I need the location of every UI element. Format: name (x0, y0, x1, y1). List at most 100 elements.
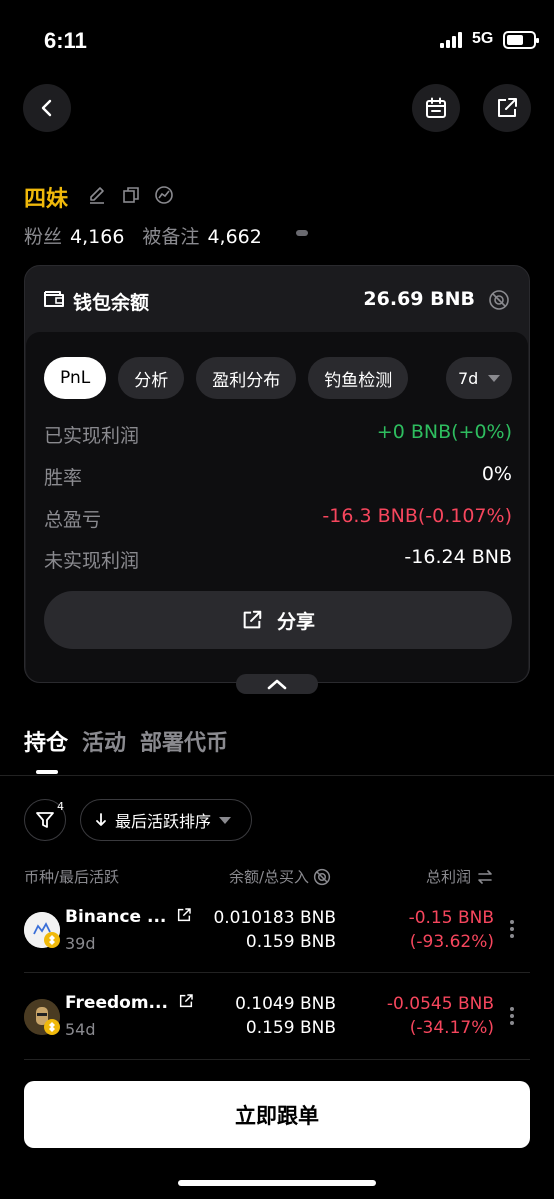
chip-analysis[interactable]: 分析 (118, 357, 185, 399)
token-balance: 0.1049 BNB (235, 994, 336, 1014)
external-link-icon (498, 98, 517, 117)
followers-label: 粉丝 (24, 226, 63, 248)
caret-down-icon (488, 374, 501, 382)
status-time: 6:11 (44, 28, 87, 53)
token-logo-icon (24, 912, 60, 948)
signal-icon (440, 32, 466, 48)
stat-value: -16.3 BNB(-0.107%) (322, 505, 512, 527)
chart-circle-icon[interactable] (154, 185, 174, 205)
battery-icon (503, 31, 539, 49)
tab-indicator (36, 770, 58, 774)
tab-holdings[interactable]: 持仓 (24, 725, 68, 757)
token-name-text: Freedom... (65, 993, 168, 1013)
copy-trade-button[interactable]: 立即跟单 (24, 1081, 530, 1148)
token-pnl: -0.0545 BNB (386, 994, 494, 1014)
swap-icon (478, 869, 492, 884)
tab-deployed-tokens[interactable]: 部署代币 (140, 725, 228, 757)
stat-row: 总盈亏 -16.3 BNB(-0.107%) (44, 505, 512, 532)
share-top-button[interactable] (483, 84, 531, 132)
token-pnl-percent: (-93.62%) (409, 932, 494, 952)
noted-value: 4,662 (207, 226, 262, 248)
section-tabs: 持仓 活动 部署代币 (24, 725, 228, 757)
collapse-button[interactable] (236, 674, 318, 694)
pnl-panel: PnL 分析 盈利分布 钓鱼检测 7d 已实现利润 +0 BNB(+0%) 胜率… (26, 332, 528, 682)
stat-value: +0 BNB(+0%) (376, 421, 512, 443)
hide-balance-icon[interactable] (313, 868, 331, 886)
profile-stats: 粉丝 4,166 被备注 4,662 (24, 222, 262, 249)
profile-name: 四妹 (24, 187, 69, 212)
stat-value: 0% (481, 463, 512, 485)
token-last-active: 54d (65, 1020, 96, 1039)
calendar-button[interactable] (412, 84, 460, 132)
stat-label: 总盈亏 (44, 509, 102, 531)
filter-count-badge: 4 (57, 800, 64, 813)
wallet-title: 钱包余额 (73, 292, 150, 314)
arrow-down-icon (96, 813, 106, 826)
wallet-icon (44, 291, 64, 307)
share-label: 分享 (276, 610, 315, 633)
stat-row: 未实现利润 -16.24 BNB (44, 546, 512, 573)
external-link-icon[interactable] (178, 993, 194, 1009)
followers-value: 4,166 (70, 226, 125, 248)
token-bought: 0.159 BNB (245, 1018, 336, 1038)
token-last-active: 39d (65, 934, 96, 953)
stat-label: 已实现利润 (44, 425, 140, 447)
chip-pnl[interactable]: PnL (44, 357, 107, 399)
column-header-balance: 余额/总买入 (229, 866, 331, 887)
token-pnl: -0.15 BNB (408, 908, 494, 928)
token-name: Binance ... (65, 907, 192, 927)
chevron-up-icon (267, 679, 287, 690)
stat-label: 未实现利润 (44, 550, 140, 572)
column-header-balance-label: 余额/总买入 (229, 868, 310, 886)
token-name-text: Binance ... (65, 907, 167, 927)
share-button[interactable]: 分享 (44, 591, 512, 649)
chevron-left-icon (41, 99, 52, 117)
table-row[interactable]: Freedom... 54d 0.1049 BNB 0.159 BNB -0.0… (0, 986, 554, 1058)
column-header-pnl[interactable]: 总利润 (426, 866, 493, 887)
period-value: 7d (458, 368, 479, 388)
edit-icon[interactable] (87, 185, 107, 205)
divider (24, 1059, 530, 1060)
stat-row: 已实现利润 +0 BNB(+0%) (44, 421, 512, 448)
caret-down-icon (219, 816, 232, 824)
external-link-icon (243, 610, 262, 629)
wallet-header: 钱包余额 26.69 BNB (25, 266, 529, 332)
divider (24, 972, 530, 973)
divider (0, 775, 554, 776)
copy-icon[interactable] (121, 185, 141, 205)
table-row[interactable]: Binance ... 39d 0.010183 BNB 0.159 BNB -… (0, 900, 554, 972)
more-options-icon[interactable] (508, 1004, 516, 1028)
token-name: Freedom... (65, 993, 194, 1013)
token-bought: 0.159 BNB (245, 932, 336, 952)
stat-value: -16.24 BNB (404, 546, 512, 568)
noted-label: 被备注 (142, 226, 200, 248)
column-header-token: 币种/最后活跃 (24, 868, 120, 886)
hide-balance-icon[interactable] (488, 289, 510, 311)
back-button[interactable] (23, 84, 71, 132)
analysis-chips: PnL 分析 盈利分布 钓鱼检测 (44, 357, 409, 399)
chip-phishing-check[interactable]: 钓鱼检测 (308, 357, 409, 399)
token-balance: 0.010183 BNB (213, 908, 336, 928)
token-avatar (24, 912, 60, 948)
home-indicator (178, 1180, 376, 1186)
column-header-pnl-label: 总利润 (426, 868, 472, 886)
status-bar: 6:11 5G (0, 0, 554, 80)
external-link-icon[interactable] (176, 907, 192, 923)
sort-label: 最后活跃排序 (115, 812, 212, 831)
more-indicator (296, 230, 308, 236)
filter-icon (36, 812, 54, 828)
calendar-icon (426, 97, 446, 118)
stat-label: 胜率 (44, 467, 83, 489)
more-options-icon[interactable] (508, 917, 516, 941)
chip-profit-distribution[interactable]: 盈利分布 (196, 357, 297, 399)
tab-activity[interactable]: 活动 (82, 725, 126, 757)
token-logo-icon (24, 999, 60, 1035)
wallet-card: 钱包余额 26.69 BNB PnL 分析 盈利分布 钓鱼检测 7d 已实现利润… (24, 265, 530, 683)
stat-row: 胜率 0% (44, 463, 512, 490)
network-label: 5G (472, 30, 494, 47)
period-select[interactable]: 7d (446, 357, 512, 399)
token-avatar (24, 999, 60, 1035)
sort-dropdown[interactable]: 最后活跃排序 (80, 799, 252, 841)
wallet-balance: 26.69 BNB (363, 288, 475, 310)
token-pnl-percent: (-34.17%) (409, 1018, 494, 1038)
